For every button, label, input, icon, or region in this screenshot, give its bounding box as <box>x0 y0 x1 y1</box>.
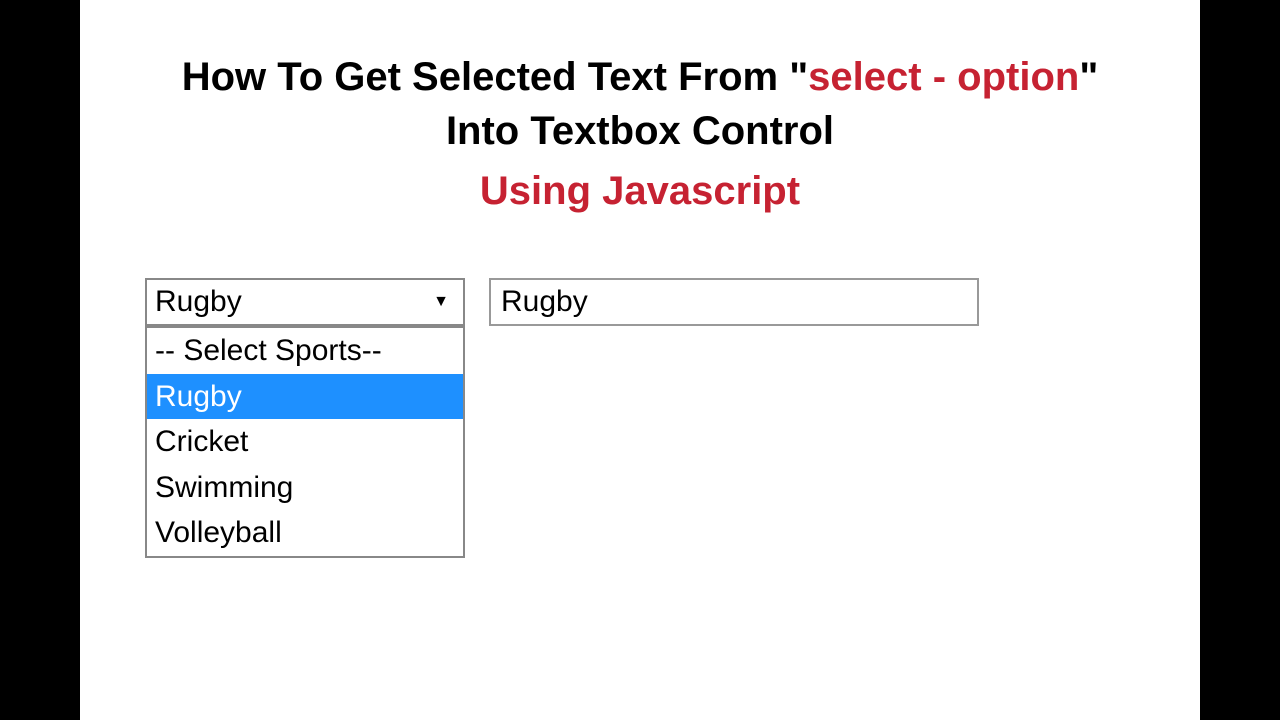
page-title: How To Get Selected Text From "select - … <box>80 50 1200 218</box>
title-line-1: How To Get Selected Text From "select - … <box>80 50 1200 104</box>
left-black-bar <box>0 0 80 720</box>
dropdown-option-volleyball[interactable]: Volleyball <box>147 510 463 556</box>
sports-dropdown: -- Select Sports-- Rugby Cricket Swimmin… <box>145 326 465 558</box>
title-highlight: select - option <box>808 55 1079 99</box>
sports-select[interactable]: Rugby ▼ <box>145 278 465 326</box>
select-value: Rugby <box>155 285 242 319</box>
main-content: How To Get Selected Text From "select - … <box>80 0 1200 720</box>
title-text-suffix: " <box>1079 55 1098 99</box>
chevron-down-icon: ▼ <box>433 293 449 311</box>
dropdown-option-swimming[interactable]: Swimming <box>147 465 463 511</box>
title-line-3: Using Javascript <box>80 164 1200 218</box>
title-line-2: Into Textbox Control <box>80 104 1200 158</box>
dropdown-option-cricket[interactable]: Cricket <box>147 419 463 465</box>
sports-select-wrapper: Rugby ▼ -- Select Sports-- Rugby Cricket… <box>145 278 465 326</box>
dropdown-option-rugby[interactable]: Rugby <box>147 374 463 420</box>
dropdown-option-placeholder[interactable]: -- Select Sports-- <box>147 328 463 374</box>
demo-area: Rugby ▼ -- Select Sports-- Rugby Cricket… <box>80 278 1200 326</box>
title-text-prefix: How To Get Selected Text From " <box>182 55 808 99</box>
right-black-bar <box>1200 0 1280 720</box>
result-textbox[interactable] <box>489 278 979 326</box>
